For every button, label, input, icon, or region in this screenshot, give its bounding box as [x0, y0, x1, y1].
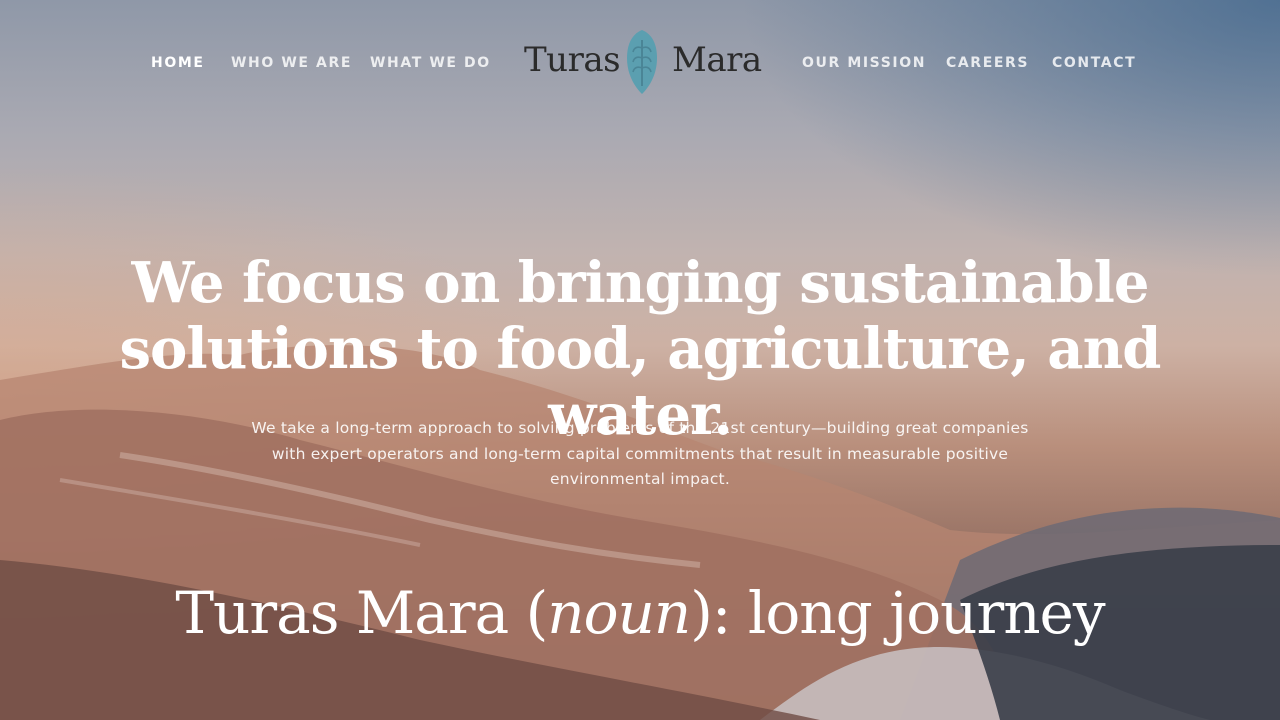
nav-who-we-are-link[interactable]: WHO WE ARE: [231, 54, 352, 72]
nav-our-mission-link[interactable]: OUR MISSION: [802, 54, 926, 72]
tagline-term: Turas Mara (: [175, 579, 548, 647]
hero-description: We take a long-term approach to solving …: [251, 419, 1029, 488]
logo-word-right: Mara: [672, 40, 762, 80]
tagline-definition: ): long journey: [690, 579, 1105, 647]
nav-home-link[interactable]: HOME: [151, 54, 205, 72]
nav-what-we-do-link[interactable]: WHAT WE DO: [370, 54, 491, 72]
main-navigation: HOME WHO WE ARE WHAT WE DO Turas Mara OU…: [0, 0, 1280, 126]
tagline-part-of-speech: noun: [547, 579, 691, 647]
wheat-leaf-icon: [627, 30, 657, 94]
nav-careers-link[interactable]: CAREERS: [946, 54, 1029, 72]
hero-tagline: Turas Mara (noun): long journey: [90, 578, 1190, 648]
nav-contact-link[interactable]: CONTACT: [1052, 54, 1136, 72]
site-logo[interactable]: Turas Mara: [522, 28, 762, 96]
logo-word-left: Turas: [524, 40, 621, 80]
